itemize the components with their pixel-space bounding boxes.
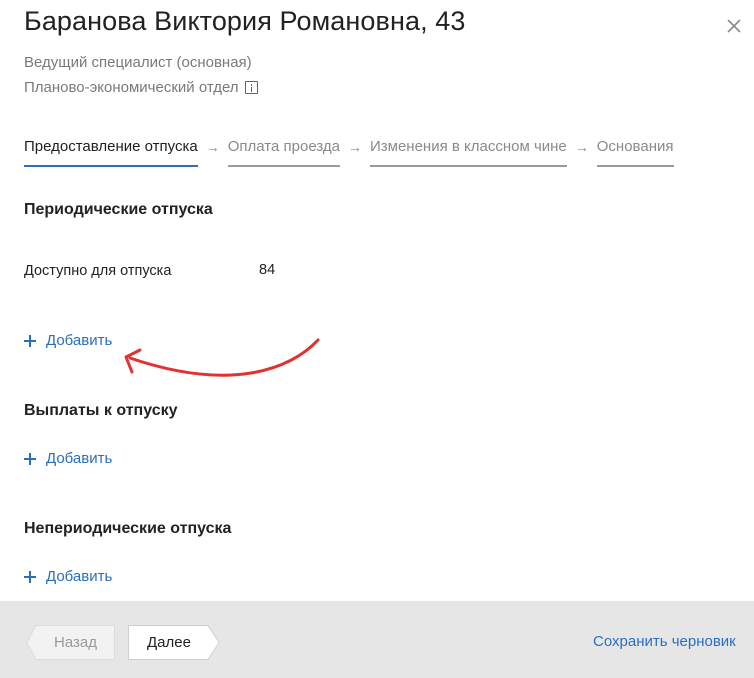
page-title: Баранова Виктория Романовна, 43 <box>24 6 466 36</box>
add-periodic-button[interactable]: Добавить <box>24 332 112 349</box>
arrow-right-icon: → <box>347 139 362 155</box>
add-nonperiodic-button[interactable]: Добавить <box>24 568 112 585</box>
section-title-nonperiodic: Непериодические отпуска <box>24 520 232 537</box>
back-button[interactable]: Назад <box>26 625 115 660</box>
step-vacation[interactable]: Предоставление отпуска <box>24 138 198 167</box>
section-title-payments: Выплаты к отпуску <box>24 402 178 419</box>
arrow-right-icon: → <box>574 139 589 155</box>
employee-department-row: Планово-экономический отдел <box>24 79 258 96</box>
available-label: Доступно для отпуска <box>24 263 172 279</box>
add-payment-button[interactable]: Добавить <box>24 450 112 467</box>
info-icon[interactable] <box>244 81 258 94</box>
employee-department: Планово-экономический отдел <box>24 79 239 96</box>
step-travel-payment[interactable]: Оплата проезда <box>227 138 340 167</box>
add-label: Добавить <box>46 568 113 585</box>
add-label: Добавить <box>46 332 113 349</box>
plus-icon <box>24 334 36 347</box>
annotation-arrow-icon <box>124 338 320 377</box>
close-icon[interactable] <box>724 16 744 36</box>
arrow-right-icon: → <box>205 139 220 155</box>
next-button-label: Далее <box>147 634 191 651</box>
next-button[interactable]: Далее <box>128 625 220 660</box>
step-class-rank-changes[interactable]: Изменения в классном чине <box>369 138 567 167</box>
plus-icon <box>24 570 36 583</box>
plus-icon <box>24 452 36 465</box>
back-button-label: Назад <box>54 634 97 651</box>
wizard-steps: Предоставление отпуска → Оплата проезда … <box>24 138 674 167</box>
add-label: Добавить <box>46 450 113 467</box>
section-title-periodic: Периодические отпуска <box>24 201 213 218</box>
save-draft-link[interactable]: Сохранить черновик <box>593 633 736 650</box>
employee-position: Ведущий специалист (основная) <box>24 54 252 71</box>
available-value: 84 <box>259 262 276 278</box>
step-grounds[interactable]: Основания <box>596 138 674 167</box>
